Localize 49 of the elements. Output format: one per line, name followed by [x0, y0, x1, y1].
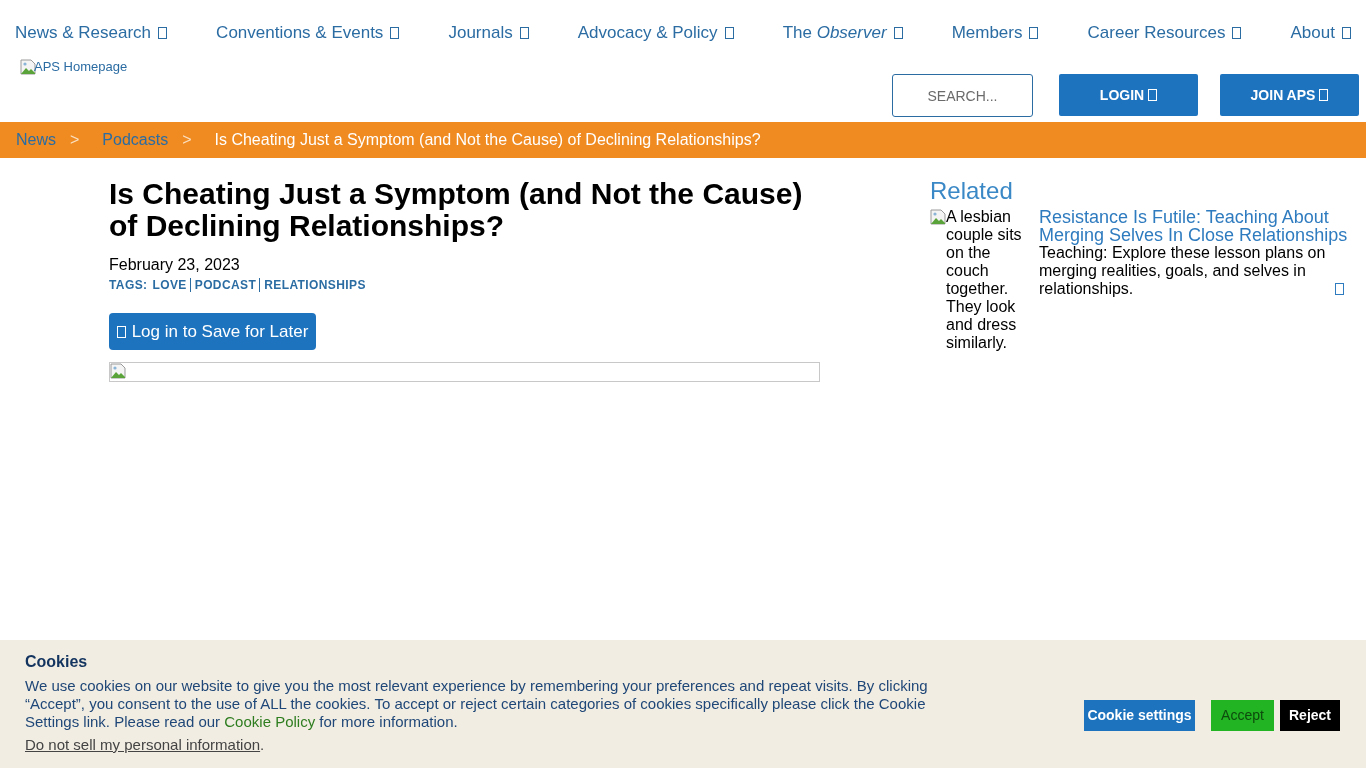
join-button[interactable]: JOIN APS [1220, 74, 1359, 116]
related-heading: Related [930, 177, 1014, 205]
opt-out-text: Do not sell my personal information. [25, 736, 266, 754]
nav-link[interactable]: Journals [448, 23, 529, 43]
nav-link[interactable]: Members [951, 23, 1039, 43]
nav-link[interactable]: The Observer [782, 23, 903, 43]
save-for-later-button[interactable]: Log in to Save for Later [109, 313, 316, 350]
missing-glyph-icon [724, 27, 734, 39]
nav-link[interactable]: Career Resources [1087, 23, 1242, 43]
missing-glyph-icon [1319, 89, 1329, 101]
nav-link[interactable]: About [1290, 23, 1351, 43]
reject-button[interactable]: Reject [1280, 700, 1340, 731]
missing-glyph-icon [1148, 89, 1158, 101]
tags-label: TAGS: [109, 278, 148, 292]
breadcrumb-current: Is Cheating Just a Symptom (and Not the Cause) of Declining Relationships? [214, 130, 761, 150]
breadcrumb-separator: > [70, 130, 80, 150]
cookie-text: We use cookies on our website to give you the most relevant experience by remembering your preferences and repeat visits. By clicking “Accept”, you consent to the use of ALL the cookies. To accept or reject certain categories of cookies specifically please click the Cookie Settings link. Please read our Cookie Policy for more information. [25, 677, 929, 731]
missing-glyph-icon [519, 27, 529, 39]
missing-glyph-icon [116, 325, 126, 338]
cookie-policy-link[interactable]: Cookie Policy [224, 713, 316, 730]
cookie-settings-button[interactable]: Cookie settings [1084, 700, 1195, 731]
tag-link[interactable]: PODCAST [189, 278, 257, 292]
opt-out-link[interactable]: Do not sell my personal information [25, 736, 261, 753]
search-field[interactable]: SEARCH... [892, 74, 1033, 117]
missing-glyph-icon [1335, 283, 1344, 295]
missing-glyph-icon [1029, 27, 1039, 39]
related-summary: Teaching: Explore these lesson plans on merging realities, goals, and selves in relationships. [1039, 244, 1326, 298]
broken-image-icon [110, 363, 126, 379]
missing-glyph-icon [390, 27, 400, 39]
missing-glyph-icon [1232, 27, 1242, 39]
missing-glyph-icon [1341, 27, 1351, 39]
broken-image-icon [20, 59, 36, 75]
article-date: February 23, 2023 [109, 256, 241, 274]
nav-link[interactable]: News & Research [15, 23, 168, 43]
related-article-link[interactable]: Resistance Is Futile: Teaching About Merging Selves In Close Relationships [1039, 208, 1355, 244]
nav-link[interactable]: Advocacy & Policy [577, 23, 734, 43]
tag-link[interactable]: LOVE [152, 278, 187, 292]
missing-glyph-icon [893, 27, 903, 39]
breadcrumb-separator: > [182, 130, 192, 150]
missing-glyph-icon [158, 27, 168, 39]
article-title: Is Cheating Just a Symptom (and Not the Cause) of Declining Relationships? [109, 178, 804, 242]
broken-image-icon [930, 209, 946, 225]
tag-link[interactable]: RELATIONSHIPS [259, 278, 366, 292]
cookie-title: Cookies [25, 652, 89, 672]
login-button[interactable]: LOGIN [1059, 74, 1198, 116]
accept-button[interactable]: Accept [1211, 700, 1274, 731]
image-alt-text: A lesbian couple sits on the couch together. They look and dress similarly. [946, 208, 1023, 352]
logo-alt-text[interactable]: APS Homepage [34, 59, 128, 75]
nav-link[interactable]: Conventions & Events [216, 23, 400, 43]
